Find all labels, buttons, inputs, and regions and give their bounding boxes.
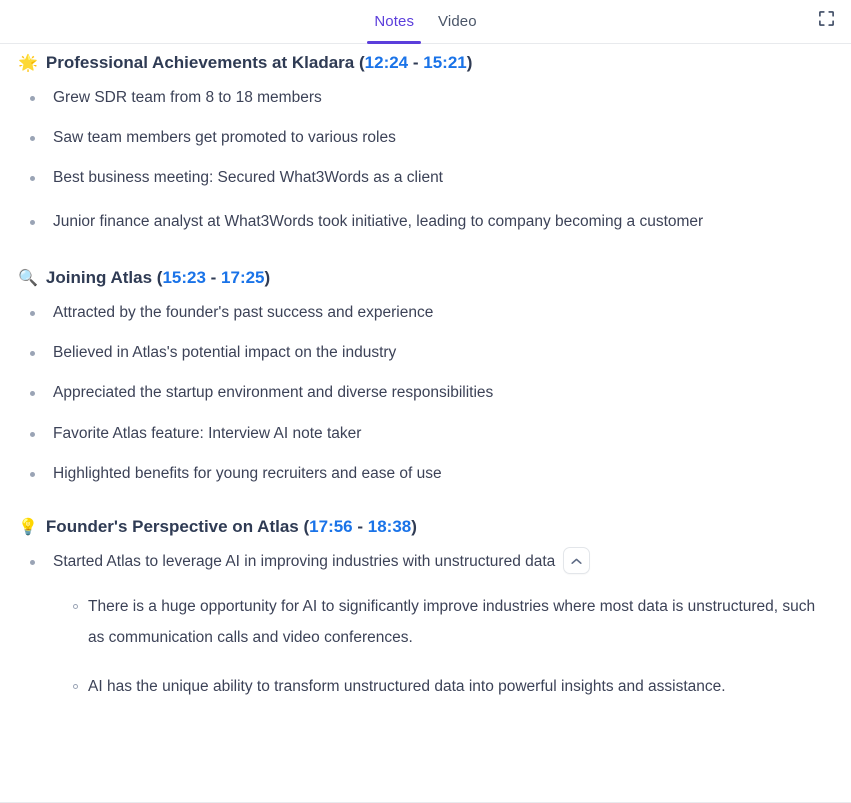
timestamp-end-link[interactable]: 15:21 — [423, 53, 466, 72]
section-bullet-list: Started Atlas to leverage AI in improvin… — [18, 542, 833, 582]
timestamp-start-link[interactable]: 17:56 — [309, 517, 352, 536]
section-title-text: Joining Atlas — [45, 268, 153, 288]
list-item: Best business meeting: Secured What3Word… — [18, 158, 833, 198]
fullscreen-expand-button[interactable] — [811, 5, 841, 35]
tab-video-label: Video — [438, 13, 477, 30]
list-item-text: Started Atlas to leverage AI in improvin… — [53, 552, 556, 570]
list-item: Favorite Atlas feature: Interview AI not… — [18, 414, 833, 454]
section-header: 🌟 Professional Achievements at Kladara (… — [18, 44, 833, 78]
section-title: Joining Atlas (15:23 - 17:25) — [46, 265, 270, 291]
tab-notes-label: Notes — [374, 13, 415, 30]
section-header: 🔍 Joining Atlas (15:23 - 17:25) — [18, 259, 833, 293]
tab-video[interactable]: Video — [426, 0, 489, 44]
list-item: Saw team members get promoted to various… — [18, 118, 833, 158]
glowing-star-icon: 🌟 — [18, 55, 38, 72]
timestamp-end-link[interactable]: 18:38 — [368, 517, 411, 536]
list-item: AI has the unique ability to transform u… — [18, 662, 833, 711]
collapse-toggle-button[interactable] — [563, 547, 591, 575]
timestamp-start-link[interactable]: 12:24 — [365, 53, 408, 72]
notes-video-tab-bar: Notes Video — [0, 0, 851, 44]
notes-content-panel[interactable]: 🌟 Professional Achievements at Kladara (… — [0, 44, 851, 803]
section-title-text: Professional Achievements at Kladara — [45, 53, 355, 72]
list-item: Attracted by the founder's past success … — [18, 293, 833, 333]
section-timestamp-range: (15:23 - 17:25) — [156, 268, 271, 288]
timestamp-end-link[interactable]: 17:25 — [221, 268, 264, 287]
fullscreen-expand-icon — [818, 10, 835, 30]
tab-notes[interactable]: Notes — [362, 0, 426, 44]
section-title-text: Founder's Perspective on Atlas — [45, 517, 299, 537]
list-item: There is a huge opportunity for AI to si… — [18, 582, 833, 662]
section-header: 💡 Founder's Perspective on Atlas (17:56 … — [18, 508, 833, 542]
light-bulb-icon: 💡 — [18, 519, 38, 537]
list-item: Junior finance analyst at What3Words too… — [18, 198, 833, 245]
notes-section: 💡 Founder's Perspective on Atlas (17:56 … — [18, 508, 833, 711]
chevron-up-icon — [571, 553, 582, 568]
list-item: Appreciated the startup environment and … — [18, 373, 833, 413]
section-title: Professional Achievements at Kladara (12… — [46, 50, 472, 76]
notes-section: 🔍 Joining Atlas (15:23 - 17:25) Attracte… — [18, 259, 833, 494]
magnifying-glass-icon: 🔍 — [18, 270, 38, 288]
notes-section: 🌟 Professional Achievements at Kladara (… — [18, 44, 833, 245]
section-bullet-list: Attracted by the founder's past success … — [18, 293, 833, 494]
tab-list: Notes Video — [362, 0, 488, 44]
list-item: Started Atlas to leverage AI in improvin… — [18, 542, 833, 582]
section-timestamp-range: (12:24 - 15:21) — [358, 53, 473, 72]
list-item: Believed in Atlas's potential impact on … — [18, 333, 833, 373]
section-bullet-list: Grew SDR team from 8 to 18 members Saw t… — [18, 78, 833, 246]
section-title: Founder's Perspective on Atlas (17:56 - … — [46, 514, 417, 540]
timestamp-start-link[interactable]: 15:23 — [162, 268, 205, 287]
list-item: Highlighted benefits for young recruiter… — [18, 454, 833, 494]
section-sub-bullet-list: There is a huge opportunity for AI to si… — [18, 582, 833, 711]
list-item: Grew SDR team from 8 to 18 members — [18, 78, 833, 118]
section-timestamp-range: (17:56 - 18:38) — [303, 517, 417, 537]
